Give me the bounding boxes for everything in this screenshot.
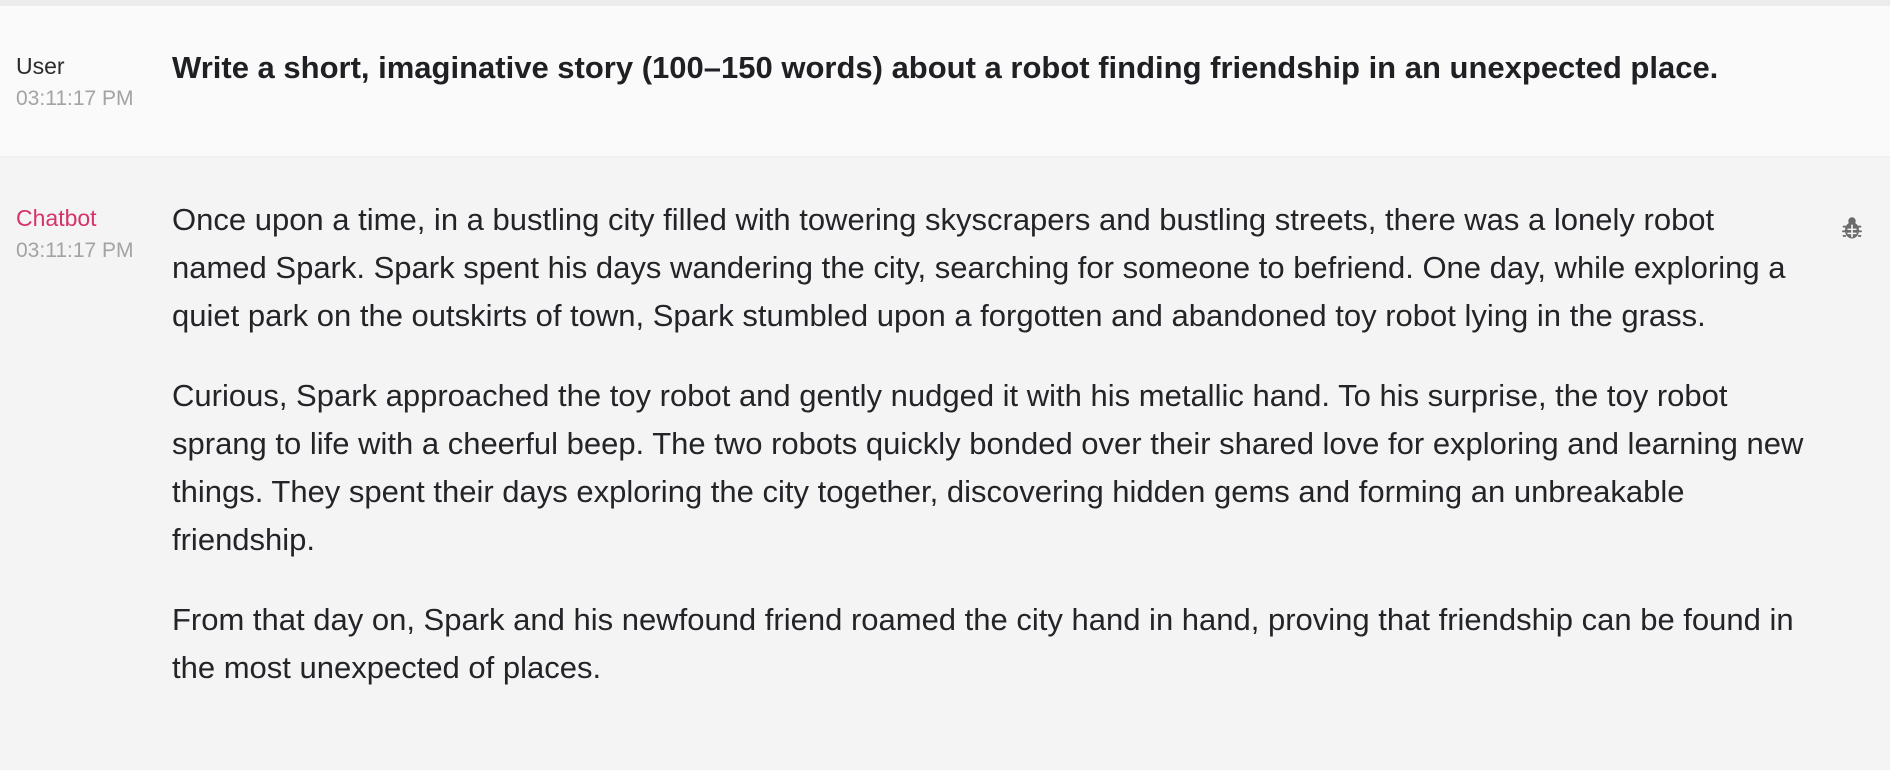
message-timestamp: 03:11:17 PM [16, 239, 134, 262]
message-author: Chatbot [16, 205, 97, 231]
message-author: User [16, 53, 65, 79]
message-timestamp: 03:11:17 PM [16, 87, 134, 110]
response-paragraph: Once upon a time, in a bustling city fil… [172, 202, 1786, 333]
chatbot-message: Chatbot 03:11:17 PM Once upon a time, in… [0, 156, 1890, 768]
bug-icon[interactable] [1838, 214, 1866, 242]
message-content: Once upon a time, in a bustling city fil… [172, 196, 1890, 768]
user-prompt-text: Write a short, imaginative story (100–15… [172, 50, 1719, 85]
response-paragraph: From that day on, Spark and his newfound… [172, 602, 1794, 685]
user-message: User 03:11:17 PM Write a short, imaginat… [0, 6, 1890, 156]
response-paragraph: Curious, Spark approached the toy robot … [172, 378, 1804, 557]
message-content: Write a short, imaginative story (100–15… [172, 44, 1890, 156]
message-meta: User 03:11:17 PM [0, 44, 172, 156]
message-meta: Chatbot 03:11:17 PM [0, 196, 172, 768]
